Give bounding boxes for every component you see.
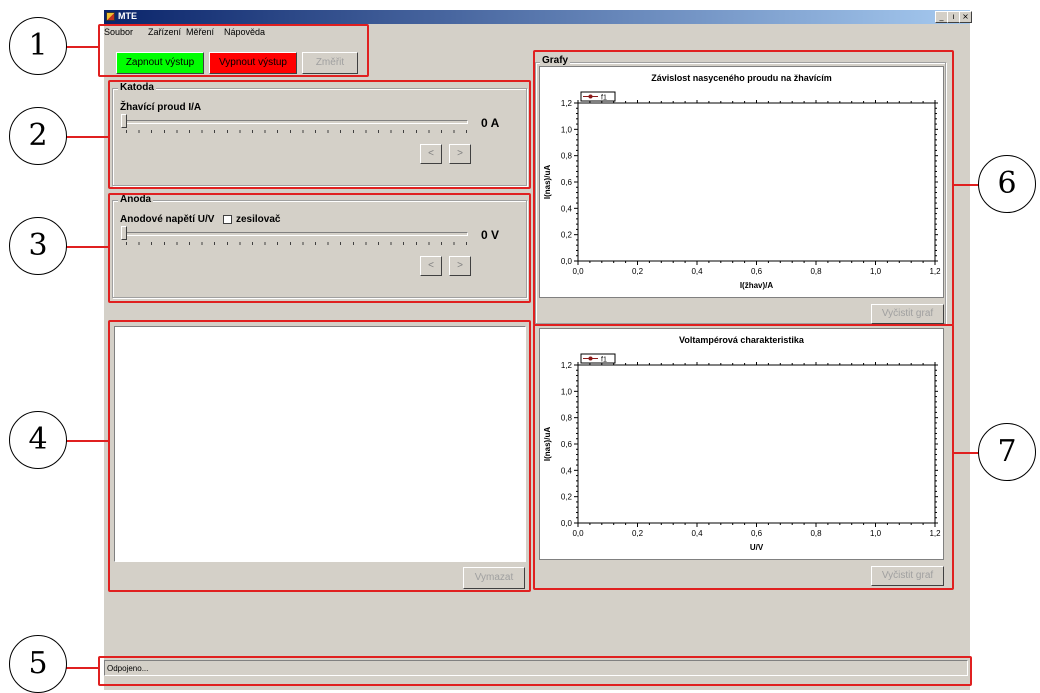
callout-box-4 [108,320,531,592]
callout-7: 7 [978,423,1036,481]
callout-box-2 [108,80,531,189]
app-icon [106,12,115,21]
callout-5: 5 [9,635,67,693]
window-title: MTE [118,11,137,21]
leader-line [66,440,108,442]
callout-1: 1 [9,17,67,75]
leader-line [66,246,108,248]
close-button[interactable]: × [959,11,972,23]
leader-line [66,46,98,48]
callout-box-6 [533,50,954,326]
leader-line [66,667,98,669]
callout-2: 2 [9,107,67,165]
callout-box-5 [98,656,972,686]
callout-4: 4 [9,411,67,469]
callout-6: 6 [978,155,1036,213]
callout-box-1 [98,24,369,77]
leader-line [66,136,108,138]
leader-line [954,452,980,454]
callout-box-3 [108,193,531,303]
leader-line [954,184,980,186]
callout-3: 3 [9,217,67,275]
title-bar[interactable]: MTE _ ı × [104,10,972,24]
callout-box-7 [533,324,954,590]
